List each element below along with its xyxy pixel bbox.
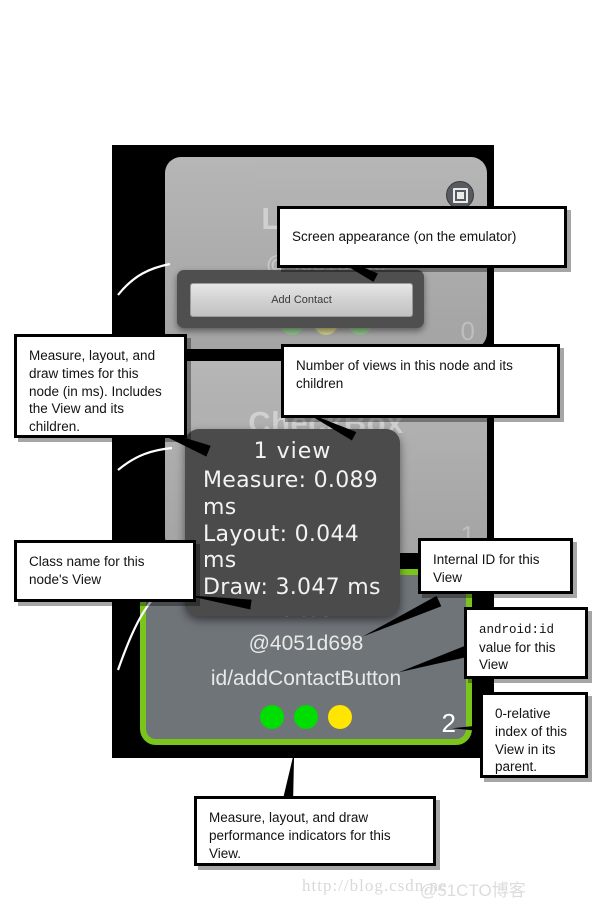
tree-node-button-internal-id: @4051d698: [248, 632, 364, 655]
callout-view-count: Number of views in this node and its chi…: [281, 344, 560, 418]
screenshot-root: ListView @4051d298 0 CheckBox 1: [0, 0, 606, 909]
callout-measure-times-text: Measure, layout, and draw times for this…: [29, 348, 162, 435]
callout-android-id: android:id value for this View: [464, 607, 588, 679]
callout-screen-appearance-text: Screen appearance (on the emulator): [292, 229, 517, 245]
emulator-add-contact-button[interactable]: Add Contact: [190, 283, 413, 317]
tooltip-draw-time: Draw: 3.047 ms: [203, 575, 381, 601]
tree-node-button-index: 2: [441, 708, 456, 738]
tree-node-button-android-id: id/addContactButton: [210, 667, 402, 690]
screenshot-capture-icon[interactable]: [446, 181, 474, 209]
performance-tooltip: 1 view Measure: 0.089 ms Layout: 0.044 m…: [185, 429, 400, 617]
callout-class-name: Class name for this node's View: [14, 540, 196, 602]
callout-index-text: 0-relative index of this View in its par…: [495, 706, 568, 775]
tree-node-button-perf-dots: [146, 705, 466, 729]
tree-node-listview-index: 0: [460, 316, 475, 346]
callout-index: 0-relative index of this View in its par…: [480, 692, 588, 778]
callout-internal-id: Internal ID for this View: [418, 538, 573, 594]
perf-dot-measure: [260, 705, 284, 729]
callout-screen-appearance: Screen appearance (on the emulator): [277, 206, 567, 268]
tooltip-view-count: 1 view: [253, 439, 332, 464]
callout-internal-id-text: Internal ID for this View: [433, 552, 540, 585]
perf-dot-layout: [294, 705, 318, 729]
perf-dot-draw: [328, 705, 352, 729]
tooltip-layout-time: Layout: 0.044 ms: [203, 521, 360, 574]
callout-perf-indicators: Measure, layout, and draw performance in…: [194, 796, 436, 866]
callout-class-name-text: Class name for this node's View: [29, 554, 145, 587]
callout-android-id-text: value for this View: [479, 639, 556, 673]
callout-measure-times: Measure, layout, and draw times for this…: [14, 334, 187, 438]
tooltip-measure-time: Measure: 0.089 ms: [203, 468, 379, 520]
watermark-tag: @51CTO博客: [420, 881, 526, 900]
emulator-screen-preview: Add Contact: [177, 270, 424, 328]
callout-view-count-text: Number of views in this node and its chi…: [296, 358, 513, 391]
callout-perf-indicators-text: Measure, layout, and draw performance in…: [209, 810, 391, 861]
callout-android-id-keyword: android:id: [479, 623, 555, 637]
